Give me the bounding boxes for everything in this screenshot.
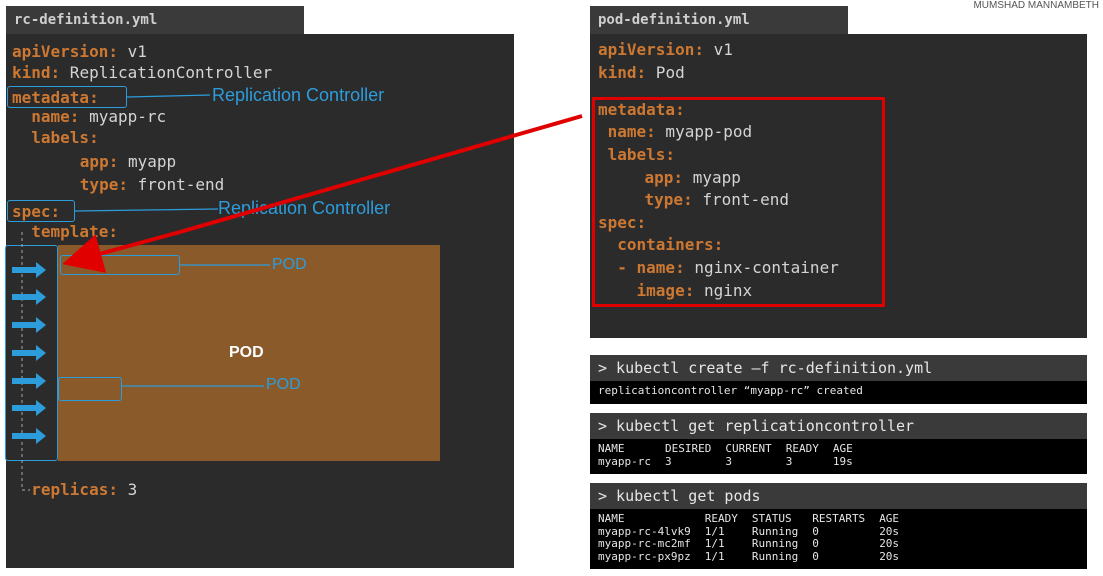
replica-arrow-1 bbox=[12, 262, 46, 278]
replica-arrows bbox=[12, 262, 46, 444]
terminal-create-output: replicationcontroller “myapp-rc” created bbox=[590, 381, 1087, 404]
table-row: myapp-rc-mc2mf 1/1 Running 0 20s bbox=[598, 537, 900, 550]
replica-arrow-4 bbox=[12, 345, 46, 361]
terminal-create-command: > kubectl create –f rc-definition.yml bbox=[590, 355, 1087, 381]
replica-arrow-2 bbox=[12, 289, 46, 305]
metadata-connector bbox=[126, 94, 211, 98]
terminal-get-pods-output: NAME READY STATUS RESTARTS AGE myapp-rc-4lvk… bbox=[590, 509, 1087, 569]
pod-line-kind: kind: Pod bbox=[598, 63, 685, 82]
terminal-get-rc-command: > kubectl get replicationcontroller bbox=[590, 413, 1087, 439]
terminal-get-rc-output: NAME DESIRED CURRENT READY AGE myapp-rc 3 3 3 19… bbox=[590, 439, 1087, 474]
pod-template-highlight bbox=[592, 97, 885, 307]
pod-line-apiversion: apiVersion: v1 bbox=[598, 40, 733, 59]
table-row: replicationcontroller “myapp-rc” created bbox=[598, 384, 863, 397]
table-row: NAME DESIRED CURRENT READY AGE bbox=[598, 442, 853, 455]
replica-arrow-6 bbox=[12, 400, 46, 416]
copy-arrow bbox=[62, 114, 583, 273]
terminal-get-pods-command: > kubectl get pods bbox=[590, 483, 1087, 509]
table-row: myapp-rc 3 3 3 19s bbox=[598, 454, 853, 468]
replica-arrow-3 bbox=[12, 317, 46, 333]
table-row: myapp-rc-px9pz 1/1 Running 0 20s bbox=[598, 549, 900, 563]
spec-connector bbox=[74, 208, 219, 212]
table-row: NAME READY STATUS RESTARTS AGE bbox=[598, 512, 900, 525]
replica-arrow-5 bbox=[12, 373, 46, 389]
replica-arrow-7 bbox=[12, 428, 46, 444]
pod-file-tab: pod-definition.yml bbox=[590, 6, 848, 34]
